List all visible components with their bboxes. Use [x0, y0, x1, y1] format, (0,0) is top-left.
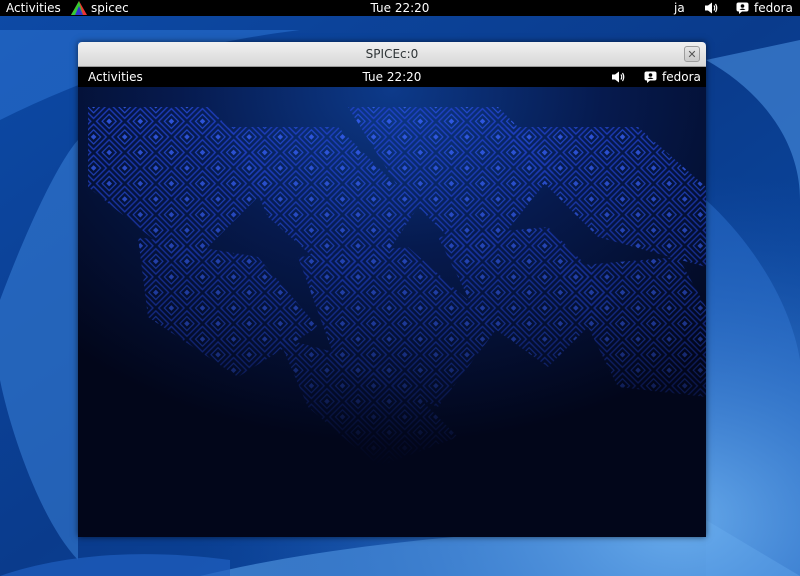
- host-language-indicator[interactable]: ja: [674, 0, 685, 16]
- user-icon: [644, 71, 657, 83]
- close-button[interactable]: ✕: [684, 46, 700, 62]
- host-clock-label[interactable]: Tue 22:20: [371, 1, 430, 15]
- spicec-app-icon: [71, 1, 87, 15]
- volume-icon[interactable]: [611, 67, 625, 87]
- spice-client-window: SPICEc:0 ✕ Activities Tue 22:20 fedora: [78, 42, 706, 537]
- guest-clock-label[interactable]: Tue 22:20: [363, 70, 422, 84]
- host-username: fedora: [754, 1, 793, 15]
- guest-username: fedora: [662, 70, 701, 84]
- user-icon: [736, 2, 749, 14]
- host-user-menu[interactable]: fedora: [736, 0, 793, 16]
- window-titlebar[interactable]: SPICEc:0 ✕: [78, 42, 706, 67]
- close-icon: ✕: [687, 47, 697, 61]
- host-activities-button[interactable]: Activities: [6, 0, 61, 16]
- host-app-menu[interactable]: spicec: [70, 0, 129, 16]
- guest-user-menu[interactable]: fedora: [644, 67, 701, 87]
- guest-wallpaper: [78, 67, 706, 537]
- volume-icon[interactable]: [704, 0, 718, 16]
- guest-top-panel: Activities Tue 22:20 fedora: [78, 67, 706, 87]
- guest-activities-button[interactable]: Activities: [88, 67, 143, 87]
- window-title: SPICEc:0: [365, 47, 419, 61]
- host-top-panel: Activities spicec Tue 22:20 ja fedora: [0, 0, 800, 16]
- host-app-name: spicec: [91, 1, 129, 15]
- guest-display[interactable]: Activities Tue 22:20 fedora: [78, 67, 706, 537]
